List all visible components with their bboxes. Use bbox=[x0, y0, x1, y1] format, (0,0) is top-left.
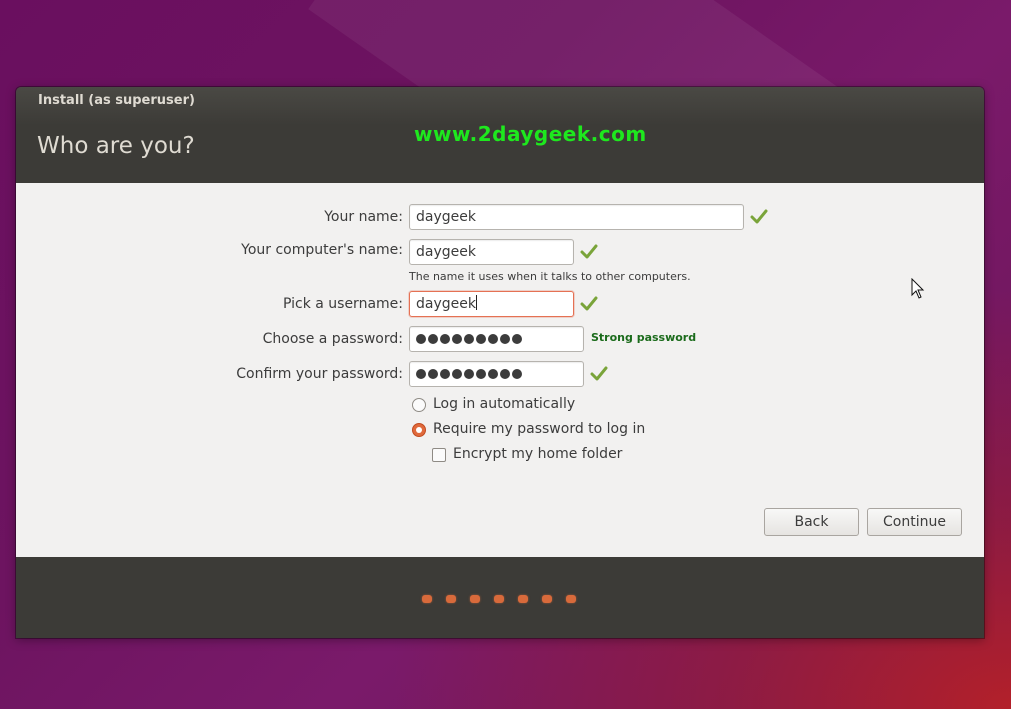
password-dot bbox=[512, 334, 522, 344]
progress-step-dot bbox=[422, 595, 432, 603]
password-dot bbox=[464, 334, 474, 344]
username-valid-check-icon bbox=[580, 296, 598, 311]
password-dot bbox=[440, 334, 450, 344]
window-title: Install (as superuser) bbox=[38, 93, 195, 108]
password-dot bbox=[500, 369, 510, 379]
password-dot bbox=[500, 334, 510, 344]
password-dot bbox=[488, 334, 498, 344]
text-caret bbox=[475, 295, 477, 310]
progress-step-dot bbox=[470, 595, 480, 603]
password-field[interactable] bbox=[409, 326, 584, 352]
watermark-text: www.2daygeek.com bbox=[414, 122, 647, 146]
confirm-password-field[interactable] bbox=[409, 361, 584, 387]
progress-step-dot bbox=[518, 595, 528, 603]
confirm-password-mask bbox=[416, 362, 522, 379]
progress-step-dot bbox=[542, 595, 552, 603]
password-dot bbox=[464, 369, 474, 379]
computer-name-hint: The name it uses when it talks to other … bbox=[409, 270, 691, 283]
password-dot bbox=[512, 369, 522, 379]
password-dot bbox=[416, 369, 426, 379]
name-value: daygeek bbox=[416, 209, 476, 225]
password-label: Choose a password: bbox=[262, 331, 403, 347]
continue-button[interactable]: Continue bbox=[867, 508, 962, 536]
progress-step-dot bbox=[494, 595, 504, 603]
require-password-radio[interactable] bbox=[412, 423, 426, 437]
password-dot bbox=[476, 369, 486, 379]
login-automatically-label[interactable]: Log in automatically bbox=[433, 396, 575, 412]
login-automatically-radio[interactable] bbox=[412, 398, 426, 412]
progress-footer bbox=[16, 557, 984, 638]
name-field[interactable]: daygeek bbox=[409, 204, 744, 230]
encrypt-home-checkbox[interactable] bbox=[432, 448, 446, 462]
form-area: Your name: daygeek Your computer's name:… bbox=[16, 183, 984, 557]
username-value: daygeek bbox=[416, 296, 476, 312]
computer-name-field[interactable]: daygeek bbox=[409, 239, 574, 265]
progress-step-dot bbox=[446, 595, 456, 603]
confirm-password-label: Confirm your password: bbox=[236, 366, 403, 382]
require-password-label[interactable]: Require my password to log in bbox=[433, 421, 645, 437]
password-dot bbox=[416, 334, 426, 344]
name-label: Your name: bbox=[324, 209, 403, 225]
password-dot bbox=[452, 369, 462, 379]
password-mask bbox=[416, 327, 522, 344]
back-button[interactable]: Back bbox=[764, 508, 859, 536]
mouse-pointer-icon bbox=[911, 278, 925, 299]
name-valid-check-icon bbox=[750, 209, 768, 224]
password-dot bbox=[488, 369, 498, 379]
window-header: Install (as superuser) Who are you? www.… bbox=[16, 87, 984, 183]
computer-name-valid-check-icon bbox=[580, 244, 598, 259]
encrypt-home-label[interactable]: Encrypt my home folder bbox=[453, 446, 622, 462]
password-dot bbox=[428, 334, 438, 344]
password-dot bbox=[440, 369, 450, 379]
computer-name-value: daygeek bbox=[416, 244, 476, 260]
password-dot bbox=[428, 369, 438, 379]
confirm-valid-check-icon bbox=[590, 366, 608, 381]
password-dot bbox=[452, 334, 462, 344]
username-field[interactable]: daygeek bbox=[409, 291, 574, 317]
computer-name-label: Your computer's name: bbox=[241, 242, 403, 258]
username-label: Pick a username: bbox=[282, 296, 403, 312]
password-dot bbox=[476, 334, 486, 344]
password-strength: Strong password bbox=[591, 331, 697, 344]
progress-step-dot bbox=[566, 595, 576, 603]
installer-window: Install (as superuser) Who are you? www.… bbox=[16, 87, 984, 638]
page-title: Who are you? bbox=[37, 133, 195, 159]
